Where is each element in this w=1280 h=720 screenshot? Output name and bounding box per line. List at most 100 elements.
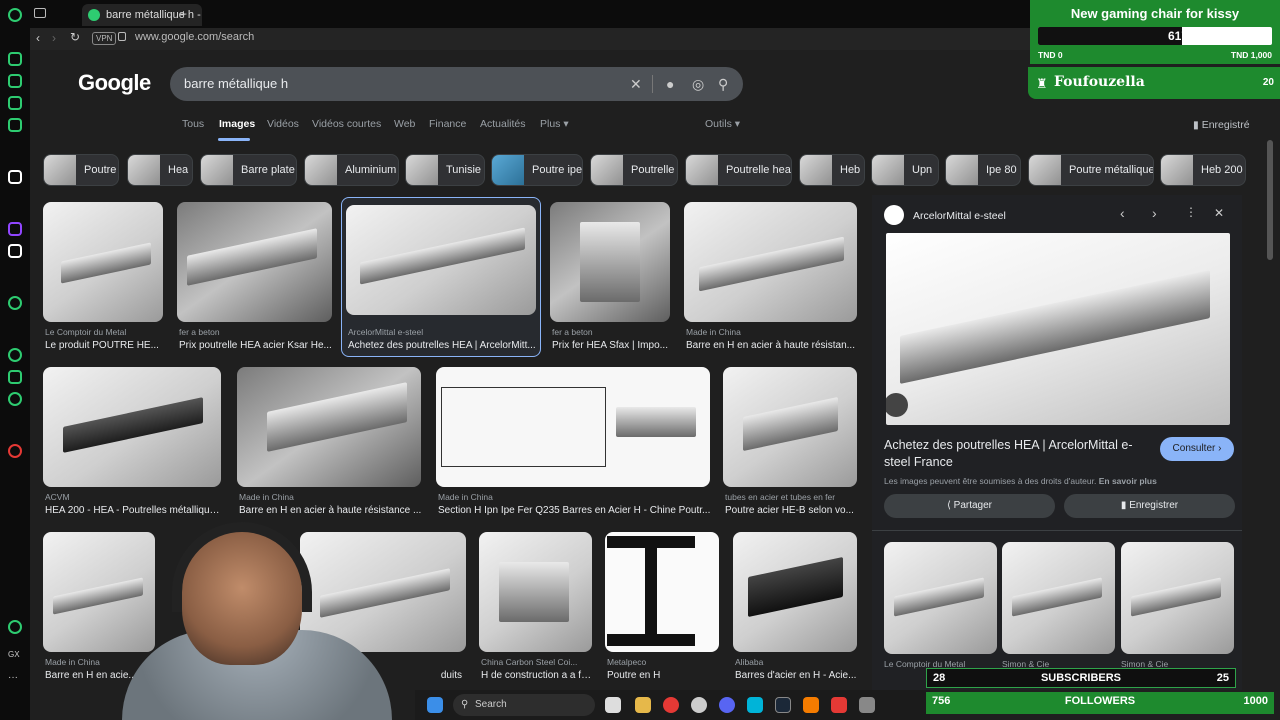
chip-heb-200[interactable]: Heb 200 bbox=[1160, 154, 1246, 186]
lens-search-icon[interactable] bbox=[886, 393, 908, 417]
result-image[interactable] bbox=[43, 367, 221, 487]
chip-aluminium[interactable]: Aluminium bbox=[304, 154, 399, 186]
tab-news[interactable]: Actualités bbox=[480, 118, 526, 130]
result-caption[interactable]: Poutre en H bbox=[607, 670, 721, 681]
search-input[interactable]: barre métallique h bbox=[184, 76, 288, 91]
result-source[interactable]: China Carbon Steel Coi... bbox=[481, 657, 594, 667]
chip-poutre-metallique[interactable]: Poutre métallique bbox=[1028, 154, 1154, 186]
obs-icon[interactable] bbox=[831, 697, 847, 713]
result-source[interactable]: tubes en acier et tubes en fer bbox=[725, 492, 859, 502]
opera-gx-icon[interactable] bbox=[663, 697, 679, 713]
tab-more[interactable]: Plus ▾ bbox=[540, 118, 569, 130]
taskbar-search[interactable]: ⚲ Search bbox=[453, 694, 595, 716]
lock-icon[interactable] bbox=[118, 32, 126, 41]
chip-ipe-80[interactable]: Ipe 80 bbox=[945, 154, 1021, 186]
result-image[interactable] bbox=[733, 532, 857, 652]
result-caption[interactable]: Barre en H en acier à haute résistan... bbox=[686, 340, 859, 351]
vlc-icon[interactable] bbox=[803, 697, 819, 713]
back-icon[interactable]: ‹ bbox=[36, 31, 40, 45]
chip-hea[interactable]: Hea bbox=[127, 154, 193, 186]
tab-short-videos[interactable]: Vidéos courtes bbox=[312, 118, 381, 130]
result-caption[interactable]: Barres d'acier en H - Acie... bbox=[735, 670, 859, 681]
chip-poutre[interactable]: Poutre bbox=[43, 154, 119, 186]
microphone-icon[interactable]: ● bbox=[666, 76, 674, 92]
app-icon[interactable] bbox=[859, 697, 875, 713]
preview-image[interactable] bbox=[886, 233, 1230, 425]
controller-icon[interactable] bbox=[8, 96, 22, 110]
tab-finance[interactable]: Finance bbox=[429, 118, 466, 130]
x-icon[interactable] bbox=[8, 244, 22, 258]
close-icon[interactable]: ✕ bbox=[1214, 206, 1224, 220]
result-caption[interactable]: Poutre acier HE-B selon vo... bbox=[725, 505, 859, 516]
related-image[interactable] bbox=[1121, 542, 1234, 654]
settings-icon[interactable] bbox=[8, 392, 22, 406]
result-image[interactable] bbox=[605, 532, 719, 652]
clock-icon[interactable] bbox=[8, 348, 22, 362]
result-caption[interactable]: Achetez des poutrelles HEA | ArcelorMitt… bbox=[348, 340, 538, 351]
result-image[interactable] bbox=[346, 205, 536, 315]
save-button[interactable]: ▮ Enregistrer bbox=[1064, 494, 1235, 518]
pinned-app-icon[interactable] bbox=[8, 170, 22, 184]
result-image[interactable] bbox=[479, 532, 592, 652]
result-source[interactable]: Alibaba bbox=[735, 657, 859, 667]
music-icon[interactable] bbox=[8, 620, 22, 634]
result-caption[interactable]: Prix fer HEA Sfax | Impo... bbox=[552, 340, 672, 351]
chip-heb[interactable]: Heb bbox=[799, 154, 865, 186]
result-caption[interactable]: Le produit POUTRE HE... bbox=[45, 340, 165, 351]
next-icon[interactable]: › bbox=[1152, 205, 1157, 221]
result-source[interactable]: Made in China bbox=[438, 492, 712, 502]
result-source[interactable]: fer a beton bbox=[179, 327, 334, 337]
more-options-icon[interactable]: ⋮ bbox=[1185, 205, 1197, 219]
forward-icon[interactable]: › bbox=[52, 31, 56, 45]
result-caption[interactable]: H de construction a a for... bbox=[481, 670, 594, 681]
tab-images[interactable]: Images bbox=[219, 118, 255, 130]
tab-videos[interactable]: Vidéos bbox=[267, 118, 299, 130]
windows-start-icon[interactable] bbox=[427, 697, 443, 713]
result-image[interactable] bbox=[177, 202, 332, 322]
result-image[interactable] bbox=[237, 367, 421, 487]
opera-logo-icon[interactable] bbox=[8, 8, 22, 22]
chip-tunisie[interactable]: Tunisie bbox=[405, 154, 485, 186]
twitch-icon[interactable] bbox=[8, 222, 22, 236]
related-image[interactable] bbox=[1002, 542, 1115, 654]
cube-icon[interactable] bbox=[8, 370, 22, 384]
tab-web[interactable]: Web bbox=[394, 118, 415, 130]
discord-icon[interactable] bbox=[719, 697, 735, 713]
more-icon[interactable]: ··· bbox=[8, 672, 22, 686]
result-source[interactable]: ArcelorMittal e-steel bbox=[348, 327, 538, 337]
tab-all[interactable]: Tous bbox=[182, 118, 204, 130]
steam-icon[interactable] bbox=[775, 697, 791, 713]
visit-button[interactable]: Consulter › bbox=[1160, 437, 1234, 461]
tab-manager-icon[interactable] bbox=[34, 8, 46, 18]
result-source[interactable]: Le Comptoir du Metal bbox=[45, 327, 165, 337]
google-logo[interactable]: Google bbox=[78, 70, 151, 96]
github-icon[interactable] bbox=[691, 697, 707, 713]
share-button[interactable]: ⟨ Partager bbox=[884, 494, 1055, 518]
bag-icon[interactable] bbox=[8, 74, 22, 88]
result-image[interactable] bbox=[436, 367, 710, 487]
scrollbar[interactable] bbox=[1267, 140, 1273, 260]
gx-corner-icon[interactable]: GX bbox=[8, 650, 22, 664]
vpn-badge[interactable]: VPN bbox=[92, 32, 117, 45]
search-icon[interactable]: ⚲ bbox=[718, 76, 728, 93]
panel-site-name[interactable]: ArcelorMittal e-steel bbox=[913, 210, 1006, 222]
result-caption[interactable]: Section H Ipn Ipe Fer Q235 Barres en Aci… bbox=[438, 505, 712, 516]
url-field[interactable]: www.google.com/search bbox=[135, 31, 254, 43]
new-tab-icon[interactable]: + bbox=[180, 7, 187, 21]
chip-barre-plate[interactable]: Barre plate bbox=[200, 154, 297, 186]
lens-icon[interactable]: ◎ bbox=[692, 76, 704, 93]
result-source[interactable]: Metalpeco bbox=[607, 657, 721, 667]
chip-poutrelle[interactable]: Poutrelle bbox=[590, 154, 678, 186]
app-icon[interactable] bbox=[747, 697, 763, 713]
result-caption[interactable]: Prix poutrelle HEA acier Ksar He... bbox=[179, 340, 334, 351]
saved-link[interactable]: ▮ Enregistré bbox=[1193, 119, 1250, 131]
reload-icon[interactable]: ↻ bbox=[70, 30, 80, 44]
chip-poutre-ipe[interactable]: Poutre ipe bbox=[491, 154, 583, 186]
play-icon[interactable] bbox=[8, 296, 22, 310]
result-image[interactable] bbox=[550, 202, 670, 322]
result-image[interactable] bbox=[684, 202, 857, 322]
clear-icon[interactable]: ✕ bbox=[630, 76, 642, 93]
file-explorer-icon[interactable] bbox=[635, 697, 651, 713]
search-box[interactable]: barre métallique h ✕ ● ◎ ⚲ bbox=[170, 67, 743, 101]
chip-poutrelle-hea[interactable]: Poutrelle hea bbox=[685, 154, 792, 186]
